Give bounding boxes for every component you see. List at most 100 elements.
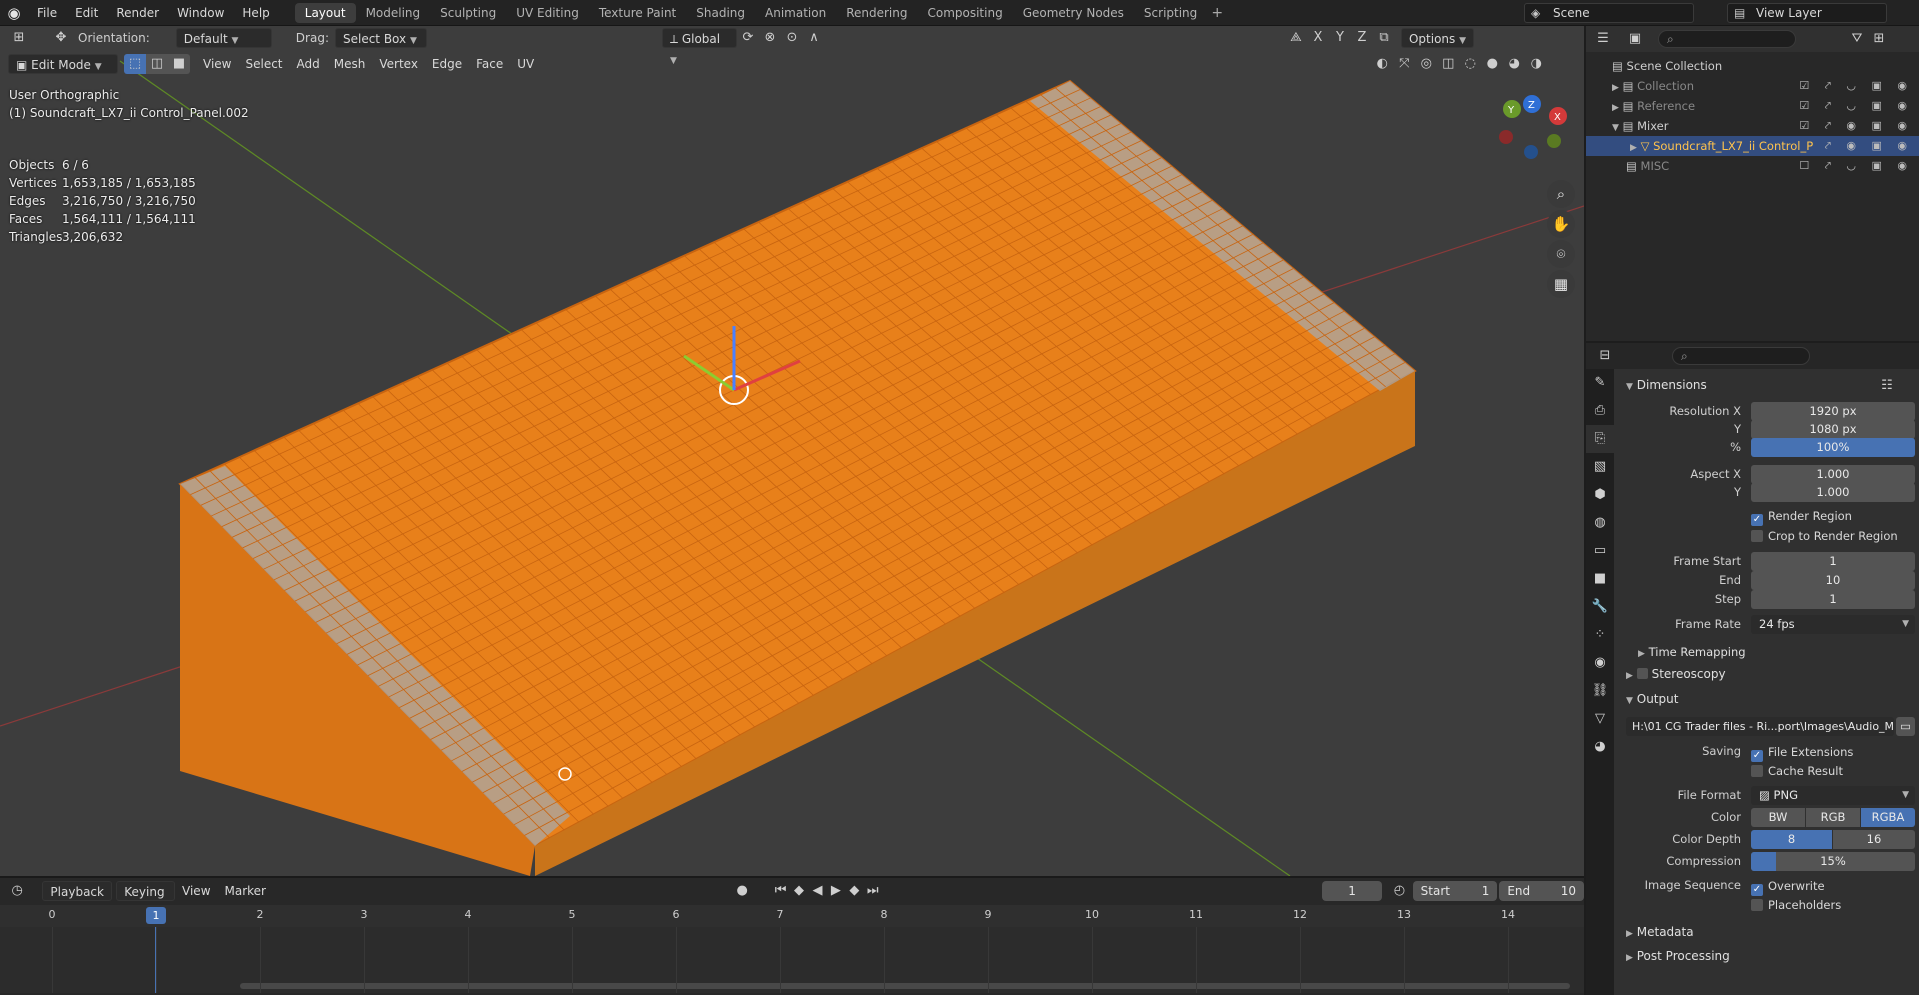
- color-depth-16-option[interactable]: 16: [1833, 830, 1915, 849]
- menu-help[interactable]: Help: [233, 0, 278, 26]
- blender-logo-icon[interactable]: ◉: [0, 0, 28, 26]
- face-select-icon[interactable]: ■: [168, 54, 190, 74]
- time-remapping-subpanel[interactable]: ▶ Time Remapping: [1638, 645, 1746, 659]
- color-rgb-option[interactable]: RGB: [1806, 808, 1860, 827]
- color-bw-option[interactable]: BW: [1751, 808, 1805, 827]
- tab-layout[interactable]: Layout: [294, 2, 356, 23]
- playback-menu[interactable]: Playback ▼: [42, 881, 113, 919]
- physics-tab-icon[interactable]: ◉: [1586, 649, 1614, 677]
- object-tab-icon[interactable]: ■: [1586, 565, 1614, 593]
- wireframe-shading-icon[interactable]: ◌: [1459, 54, 1481, 74]
- frame-step-field[interactable]: 1: [1751, 590, 1915, 609]
- current-frame-field[interactable]: 1: [1321, 881, 1383, 901]
- outliner-editor-icon[interactable]: ☰: [1592, 29, 1614, 49]
- collection-tab-icon[interactable]: ▭: [1586, 537, 1614, 565]
- row-toggle-icons[interactable]: ☐ ⤤ ◡ ▣ ◉: [1799, 156, 1913, 176]
- falloff-icon[interactable]: ∧: [803, 28, 825, 48]
- menu-edge[interactable]: Edge: [425, 54, 469, 74]
- row-toggle-icons[interactable]: ☑ ⤤ ◡ ▣ ◉: [1799, 76, 1913, 96]
- frame-start-field[interactable]: 1: [1751, 552, 1915, 571]
- play-reverse-icon[interactable]: ◀: [808, 881, 826, 901]
- add-workspace-icon[interactable]: +: [1207, 5, 1227, 21]
- post-processing-panel-header[interactable]: ▶ Post Processing: [1626, 949, 1730, 963]
- lock-x-toggle[interactable]: X: [1307, 28, 1329, 48]
- menu-window[interactable]: Window: [168, 0, 233, 26]
- pivot-point-icon[interactable]: ⟳: [737, 28, 759, 48]
- presets-icon[interactable]: ☷: [1876, 376, 1898, 396]
- timeline-scrollbar[interactable]: [240, 983, 1570, 989]
- properties-search[interactable]: ⌕: [1672, 347, 1810, 365]
- jump-start-icon[interactable]: ⏮: [771, 881, 789, 901]
- frame-rate-dropdown[interactable]: 24 fps ▼: [1751, 615, 1915, 634]
- tab-animation[interactable]: Animation: [755, 3, 836, 23]
- edge-select-icon[interactable]: ◫: [146, 54, 168, 74]
- view-layer-selector[interactable]: ▤ View Layer: [1727, 3, 1887, 23]
- mode-dropdown[interactable]: ▣ Edit Mode ▼: [8, 54, 118, 74]
- pan-hand-icon[interactable]: ✋: [1547, 210, 1575, 238]
- dimensions-panel-header[interactable]: ▼ Dimensions: [1626, 378, 1707, 392]
- zoom-icon[interactable]: ⌕: [1547, 180, 1575, 208]
- outliner-item-mixer[interactable]: ▼ ▤ Mixer ☑ ⤤ ◉ ▣ ◉: [1586, 116, 1919, 136]
- menu-face[interactable]: Face: [469, 54, 510, 74]
- placeholders-checkbox[interactable]: Placeholders: [1751, 896, 1841, 914]
- camera-view-icon[interactable]: ⌾: [1547, 240, 1575, 268]
- prev-keyframe-icon[interactable]: ◆: [790, 881, 808, 901]
- material-shading-icon[interactable]: ◕: [1503, 54, 1525, 74]
- output-panel-header[interactable]: ▼ Output: [1626, 692, 1678, 706]
- timeline-tracks[interactable]: [0, 927, 1584, 993]
- view-layer-tab-icon[interactable]: ▧: [1586, 453, 1614, 481]
- menu-vertex[interactable]: Vertex: [372, 54, 425, 74]
- outliner-item-misc[interactable]: ▤ MISC ☐ ⤤ ◡ ▣ ◉: [1586, 156, 1919, 176]
- resolution-x-field[interactable]: 1920 px: [1751, 402, 1915, 421]
- resolution-percent-field[interactable]: 100%: [1751, 438, 1915, 457]
- play-icon[interactable]: ▶: [827, 881, 845, 901]
- timeline-marker-menu[interactable]: Marker: [218, 881, 273, 901]
- cache-result-checkbox[interactable]: Cache Result: [1751, 762, 1843, 780]
- output-path-field[interactable]: H:\01 CG Trader files - Ri...port\Images…: [1626, 717, 1894, 736]
- scene-tab-icon[interactable]: ⬢: [1586, 481, 1614, 509]
- compression-slider[interactable]: 15%: [1751, 852, 1915, 871]
- scene-selector[interactable]: ◈ Scene: [1524, 3, 1694, 23]
- tab-texture-paint[interactable]: Texture Paint: [589, 3, 686, 23]
- menu-add[interactable]: Add: [290, 54, 327, 74]
- color-depth-8-option[interactable]: 8: [1751, 830, 1832, 849]
- xray-icon[interactable]: ◫: [1437, 54, 1459, 74]
- jump-end-icon[interactable]: ⏭: [864, 881, 882, 901]
- visibility-icon[interactable]: ◐: [1371, 54, 1393, 74]
- filter-icon[interactable]: ⛛: [1846, 29, 1868, 49]
- next-keyframe-icon[interactable]: ◆: [845, 881, 863, 901]
- constraints-tab-icon[interactable]: ⛓: [1586, 677, 1614, 705]
- file-extensions-checkbox[interactable]: ✓ File Extensions: [1751, 743, 1853, 762]
- overlays-icon[interactable]: ◎: [1415, 54, 1437, 74]
- tab-scripting[interactable]: Scripting: [1134, 3, 1207, 23]
- tab-geometry-nodes[interactable]: Geometry Nodes: [1013, 3, 1134, 23]
- editor-type-icon[interactable]: ⊞: [8, 28, 30, 48]
- lock-y-toggle[interactable]: Y: [1329, 28, 1351, 48]
- tool-tab-icon[interactable]: ✎: [1586, 369, 1614, 397]
- 3d-viewport[interactable]: Z X Y ⊞ ✥ Orientation: Default ▼ Drag: S…: [0, 26, 1584, 876]
- stereoscopy-panel-header[interactable]: ▶ Stereoscopy: [1626, 667, 1726, 681]
- new-collection-icon[interactable]: ⊞: [1868, 29, 1890, 49]
- snap-icon[interactable]: ⊗: [759, 28, 781, 48]
- aspect-y-field[interactable]: 1.000: [1751, 483, 1915, 502]
- render-tab-icon[interactable]: ⎙: [1586, 397, 1614, 425]
- material-tab-icon[interactable]: ◕: [1586, 733, 1614, 761]
- render-region-checkbox[interactable]: ✓ Render Region: [1751, 507, 1852, 526]
- folder-browse-icon[interactable]: ▭: [1896, 717, 1915, 736]
- solid-shading-icon[interactable]: ●: [1481, 54, 1503, 74]
- mirror-icon[interactable]: ⟁: [1285, 28, 1307, 48]
- tab-modeling[interactable]: Modeling: [356, 3, 431, 23]
- color-rgba-option[interactable]: RGBA: [1861, 808, 1915, 827]
- preview-range-icon[interactable]: ◴: [1390, 881, 1408, 901]
- outliner-item-collection[interactable]: ▶ ▤ Collection ☑ ⤤ ◡ ▣ ◉: [1586, 76, 1919, 96]
- tab-compositing[interactable]: Compositing: [917, 3, 1012, 23]
- menu-edit[interactable]: Edit: [66, 0, 107, 26]
- transform-orientation-dropdown[interactable]: ⟂ Global ▼: [661, 28, 737, 66]
- transform-tool-icon[interactable]: ✥: [50, 28, 72, 48]
- aspect-x-field[interactable]: 1.000: [1751, 465, 1915, 484]
- row-toggle-icons[interactable]: ☑ ⤤ ◉ ▣ ◉: [1799, 116, 1913, 136]
- menu-file[interactable]: File: [28, 0, 66, 26]
- timeline-editor-type-icon[interactable]: ◷: [8, 881, 26, 901]
- drag-dropdown[interactable]: Select Box ▼: [334, 28, 427, 48]
- rendered-shading-icon[interactable]: ◑: [1525, 54, 1547, 74]
